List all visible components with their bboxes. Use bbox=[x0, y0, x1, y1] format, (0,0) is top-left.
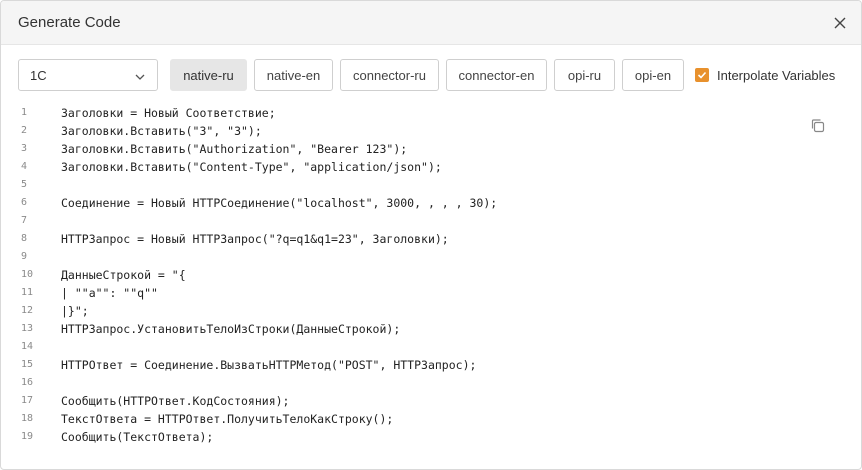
variant-native-ru-button[interactable]: native-ru bbox=[170, 59, 247, 91]
line-number: 5 bbox=[21, 179, 28, 190]
code-line: 19 Сообщить(ТекстОтвета); bbox=[1, 429, 781, 447]
code-line: 11 | ""a"": ""q"" bbox=[1, 285, 781, 303]
code-line-text: Заголовки.Вставить("Authorization", "Bea… bbox=[61, 142, 408, 156]
interpolate-variables-label: Interpolate Variables bbox=[717, 67, 836, 83]
code-line: 2 Заголовки.Вставить("3", "3"); bbox=[1, 123, 781, 141]
line-number: 15 bbox=[21, 359, 34, 370]
interpolate-variables-toggle[interactable]: Interpolate Variables bbox=[695, 67, 835, 83]
code-line-text: Сообщить(ТекстОтвета); bbox=[61, 430, 214, 444]
variant-connector-ru-button[interactable]: connector-ru bbox=[340, 59, 439, 91]
language-select-value: 1C bbox=[30, 68, 47, 83]
dialog-header: Generate Code bbox=[1, 1, 861, 45]
code-line-text: ДанныеСтрокой = "{ bbox=[61, 268, 186, 282]
code-line: 10 ДанныеСтрокой = "{ bbox=[1, 267, 781, 285]
code-line: 12 |}"; bbox=[1, 303, 781, 321]
code-line-text: | ""a"": ""q"" bbox=[61, 286, 158, 300]
language-select[interactable]: 1C bbox=[18, 59, 158, 91]
dialog-title: Generate Code bbox=[18, 14, 121, 31]
code-editor[interactable]: 1 Заголовки = Новый Соответствие; 2 Заголов… bbox=[1, 105, 861, 465]
line-number: 10 bbox=[21, 269, 34, 280]
code-line: 15 HTTPОтвет = Соединение.ВызватьHTTPМето… bbox=[1, 357, 781, 375]
line-number: 11 bbox=[21, 287, 34, 298]
code-line-text: HTTPЗапрос.УстановитьТелоИзСтроки(Данные… bbox=[61, 322, 401, 336]
line-number: 2 bbox=[21, 125, 28, 136]
code-line: 18 ТекстОтвета = HTTPОтвет.ПолучитьТелоКа… bbox=[1, 411, 781, 429]
code-line-text: Сообщить(HTTPОтвет.КодСостояния); bbox=[61, 394, 290, 408]
variant-opi-en-button[interactable]: opi-en bbox=[622, 59, 684, 91]
code-line: 13 HTTPЗапрос.УстановитьТелоИзСтроки(Данн… bbox=[1, 321, 781, 339]
code-line: 14 bbox=[1, 339, 781, 357]
line-number: 19 bbox=[21, 431, 34, 442]
interpolate-variables-checkbox[interactable] bbox=[695, 68, 709, 82]
code-line: 17 Сообщить(HTTPОтвет.КодСостояния); bbox=[1, 393, 781, 411]
close-icon[interactable] bbox=[831, 14, 849, 32]
line-number: 13 bbox=[21, 323, 34, 334]
code-line: 5 bbox=[1, 177, 781, 195]
line-number: 8 bbox=[21, 233, 28, 244]
code-line-text: Заголовки.Вставить("Content-Type", "appl… bbox=[61, 160, 442, 174]
code-line: 9 bbox=[1, 249, 781, 267]
code-line-text: |}"; bbox=[61, 304, 89, 318]
code-line-text: HTTPОтвет = Соединение.ВызватьHTTPМетод(… bbox=[61, 358, 477, 372]
variant-opi-ru-button[interactable]: opi-ru bbox=[554, 59, 615, 91]
line-number: 17 bbox=[21, 395, 34, 406]
generate-code-dialog: Generate Code 1C native-ru native-en con… bbox=[0, 0, 862, 470]
line-number: 4 bbox=[21, 161, 28, 172]
variant-connector-en-button[interactable]: connector-en bbox=[446, 59, 547, 91]
code-line: 8 HTTPЗапрос = Новый HTTPЗапрос("?q=q1&q1… bbox=[1, 231, 781, 249]
code-line-text: ТекстОтвета = HTTPОтвет.ПолучитьТелоКакС… bbox=[61, 412, 394, 426]
line-number: 16 bbox=[21, 377, 34, 388]
chevron-down-icon bbox=[134, 70, 146, 82]
line-number: 3 bbox=[21, 143, 28, 154]
code-line-text: HTTPЗапрос = Новый HTTPЗапрос("?q=q1&q1=… bbox=[61, 232, 449, 246]
line-number: 18 bbox=[21, 413, 34, 424]
line-number: 1 bbox=[21, 107, 28, 118]
line-number: 6 bbox=[21, 197, 28, 208]
variant-native-en-button[interactable]: native-en bbox=[254, 59, 333, 91]
code-line: 7 bbox=[1, 213, 781, 231]
line-number: 14 bbox=[21, 341, 34, 352]
code-line-text: Заголовки.Вставить("3", "3"); bbox=[61, 124, 262, 138]
code-line: 3 Заголовки.Вставить("Authorization", "Be… bbox=[1, 141, 781, 159]
line-number: 12 bbox=[21, 305, 34, 316]
code-line-text: Соединение = Новый HTTPСоединение("local… bbox=[61, 196, 498, 210]
checkmark-icon bbox=[697, 71, 707, 79]
code-line: 1 Заголовки = Новый Соответствие; bbox=[1, 105, 781, 123]
code-line-text: Заголовки = Новый Соответствие; bbox=[61, 106, 276, 120]
code-line: 4 Заголовки.Вставить("Content-Type", "app… bbox=[1, 159, 781, 177]
code-line: 16 bbox=[1, 375, 781, 393]
line-number: 7 bbox=[21, 215, 28, 226]
line-number: 9 bbox=[21, 251, 28, 262]
code-line: 6 Соединение = Новый HTTPСоединение("loca… bbox=[1, 195, 781, 213]
